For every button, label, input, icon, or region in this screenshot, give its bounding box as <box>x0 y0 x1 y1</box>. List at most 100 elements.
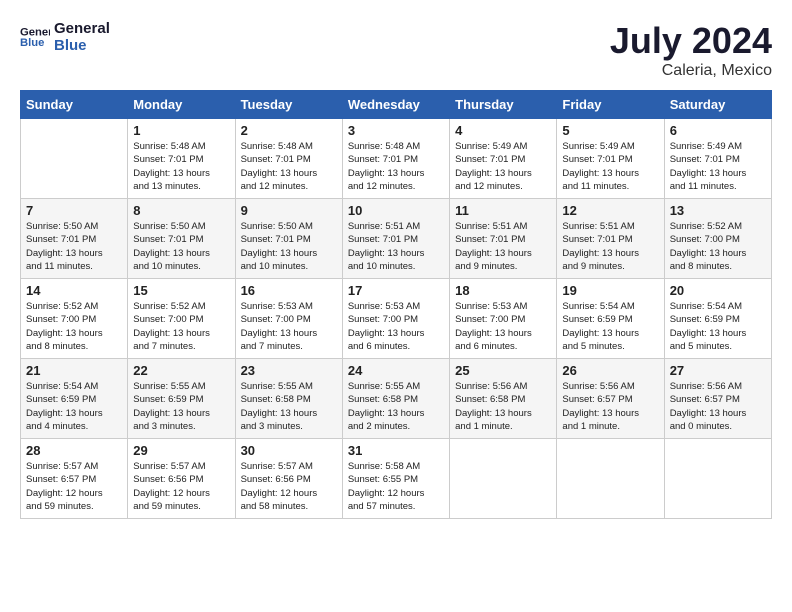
day-number: 23 <box>241 363 337 378</box>
calendar-cell: 13 Sunrise: 5:52 AM Sunset: 7:00 PM Dayli… <box>664 199 771 279</box>
calendar-cell: 6 Sunrise: 5:49 AM Sunset: 7:01 PM Daylig… <box>664 119 771 199</box>
sun-info: Sunrise: 5:52 AM Sunset: 7:00 PM Dayligh… <box>26 300 122 353</box>
location-subtitle: Caleria, Mexico <box>610 62 772 80</box>
sun-info: Sunrise: 5:56 AM Sunset: 6:57 PM Dayligh… <box>562 380 658 433</box>
day-number: 18 <box>455 283 551 298</box>
day-number: 6 <box>670 123 766 138</box>
sun-info: Sunrise: 5:53 AM Sunset: 7:00 PM Dayligh… <box>455 300 551 353</box>
calendar-week-row: 7 Sunrise: 5:50 AM Sunset: 7:01 PM Daylig… <box>21 199 772 279</box>
calendar-cell: 26 Sunrise: 5:56 AM Sunset: 6:57 PM Dayli… <box>557 359 664 439</box>
sun-info: Sunrise: 5:52 AM Sunset: 7:00 PM Dayligh… <box>670 220 766 273</box>
sun-info: Sunrise: 5:51 AM Sunset: 7:01 PM Dayligh… <box>348 220 444 273</box>
sun-info: Sunrise: 5:48 AM Sunset: 7:01 PM Dayligh… <box>133 140 229 193</box>
sun-info: Sunrise: 5:52 AM Sunset: 7:00 PM Dayligh… <box>133 300 229 353</box>
sun-info: Sunrise: 5:58 AM Sunset: 6:55 PM Dayligh… <box>348 460 444 513</box>
calendar-cell: 9 Sunrise: 5:50 AM Sunset: 7:01 PM Daylig… <box>235 199 342 279</box>
col-header-friday: Friday <box>557 91 664 119</box>
day-number: 26 <box>562 363 658 378</box>
title-block: July 2024 Caleria, Mexico <box>610 20 772 80</box>
day-number: 10 <box>348 203 444 218</box>
calendar-week-row: 1 Sunrise: 5:48 AM Sunset: 7:01 PM Daylig… <box>21 119 772 199</box>
sun-info: Sunrise: 5:53 AM Sunset: 7:00 PM Dayligh… <box>241 300 337 353</box>
calendar-cell: 1 Sunrise: 5:48 AM Sunset: 7:01 PM Daylig… <box>128 119 235 199</box>
calendar-cell: 28 Sunrise: 5:57 AM Sunset: 6:57 PM Dayli… <box>21 439 128 519</box>
logo-general: General <box>54 20 110 37</box>
calendar-cell <box>664 439 771 519</box>
day-number: 21 <box>26 363 122 378</box>
calendar-cell: 3Sunrise: 5:48 AM Sunset: 7:01 PM Daylig… <box>342 119 449 199</box>
day-number: 4 <box>455 123 551 138</box>
calendar-cell: 20Sunrise: 5:54 AM Sunset: 6:59 PM Dayli… <box>664 279 771 359</box>
day-number: 8 <box>133 203 229 218</box>
calendar-week-row: 14 Sunrise: 5:52 AM Sunset: 7:00 PM Dayli… <box>21 279 772 359</box>
day-number: 24 <box>348 363 444 378</box>
calendar-cell: 5 Sunrise: 5:49 AM Sunset: 7:01 PM Daylig… <box>557 119 664 199</box>
sun-info: Sunrise: 5:55 AM Sunset: 6:58 PM Dayligh… <box>348 380 444 433</box>
sun-info: Sunrise: 5:50 AM Sunset: 7:01 PM Dayligh… <box>26 220 122 273</box>
day-number: 9 <box>241 203 337 218</box>
col-header-wednesday: Wednesday <box>342 91 449 119</box>
col-header-thursday: Thursday <box>450 91 557 119</box>
calendar-cell: 12Sunrise: 5:51 AM Sunset: 7:01 PM Dayli… <box>557 199 664 279</box>
day-number: 12 <box>562 203 658 218</box>
day-number: 14 <box>26 283 122 298</box>
calendar-cell: 29Sunrise: 5:57 AM Sunset: 6:56 PM Dayli… <box>128 439 235 519</box>
sun-info: Sunrise: 5:54 AM Sunset: 6:59 PM Dayligh… <box>562 300 658 353</box>
day-number: 2 <box>241 123 337 138</box>
day-number: 28 <box>26 443 122 458</box>
calendar-week-row: 21 Sunrise: 5:54 AM Sunset: 6:59 PM Dayli… <box>21 359 772 439</box>
day-number: 20 <box>670 283 766 298</box>
sun-info: Sunrise: 5:50 AM Sunset: 7:01 PM Dayligh… <box>241 220 337 273</box>
calendar-cell: 11Sunrise: 5:51 AM Sunset: 7:01 PM Dayli… <box>450 199 557 279</box>
day-number: 11 <box>455 203 551 218</box>
sun-info: Sunrise: 5:55 AM Sunset: 6:58 PM Dayligh… <box>241 380 337 433</box>
day-number: 22 <box>133 363 229 378</box>
day-number: 7 <box>26 203 122 218</box>
day-number: 5 <box>562 123 658 138</box>
calendar-cell: 16 Sunrise: 5:53 AM Sunset: 7:00 PM Dayli… <box>235 279 342 359</box>
sun-info: Sunrise: 5:49 AM Sunset: 7:01 PM Dayligh… <box>455 140 551 193</box>
logo: General Blue General Blue <box>20 20 110 55</box>
calendar-cell: 14 Sunrise: 5:52 AM Sunset: 7:00 PM Dayli… <box>21 279 128 359</box>
col-header-saturday: Saturday <box>664 91 771 119</box>
calendar-cell: 22 Sunrise: 5:55 AM Sunset: 6:59 PM Dayli… <box>128 359 235 439</box>
page-header: General Blue General Blue July 2024 Cale… <box>20 20 772 80</box>
sun-info: Sunrise: 5:53 AM Sunset: 7:00 PM Dayligh… <box>348 300 444 353</box>
sun-info: Sunrise: 5:55 AM Sunset: 6:59 PM Dayligh… <box>133 380 229 433</box>
day-number: 13 <box>670 203 766 218</box>
calendar-cell: 10 Sunrise: 5:51 AM Sunset: 7:01 PM Dayli… <box>342 199 449 279</box>
sun-info: Sunrise: 5:49 AM Sunset: 7:01 PM Dayligh… <box>670 140 766 193</box>
calendar-cell: 25 Sunrise: 5:56 AM Sunset: 6:58 PM Dayli… <box>450 359 557 439</box>
day-number: 16 <box>241 283 337 298</box>
logo-blue: Blue <box>54 37 87 54</box>
day-number: 19 <box>562 283 658 298</box>
calendar-cell: 15 Sunrise: 5:52 AM Sunset: 7:00 PM Dayli… <box>128 279 235 359</box>
calendar-cell: 31 Sunrise: 5:58 AM Sunset: 6:55 PM Dayli… <box>342 439 449 519</box>
month-year-title: July 2024 <box>610 20 772 62</box>
calendar-cell: 21 Sunrise: 5:54 AM Sunset: 6:59 PM Dayli… <box>21 359 128 439</box>
day-number: 27 <box>670 363 766 378</box>
sun-info: Sunrise: 5:57 AM Sunset: 6:57 PM Dayligh… <box>26 460 122 513</box>
day-number: 1 <box>133 123 229 138</box>
day-number: 31 <box>348 443 444 458</box>
calendar-cell: 2 Sunrise: 5:48 AM Sunset: 7:01 PM Daylig… <box>235 119 342 199</box>
sun-info: Sunrise: 5:57 AM Sunset: 6:56 PM Dayligh… <box>133 460 229 513</box>
svg-text:Blue: Blue <box>20 37 44 49</box>
sun-info: Sunrise: 5:49 AM Sunset: 7:01 PM Dayligh… <box>562 140 658 193</box>
day-number: 30 <box>241 443 337 458</box>
sun-info: Sunrise: 5:56 AM Sunset: 6:58 PM Dayligh… <box>455 380 551 433</box>
sun-info: Sunrise: 5:54 AM Sunset: 6:59 PM Dayligh… <box>26 380 122 433</box>
sun-info: Sunrise: 5:48 AM Sunset: 7:01 PM Dayligh… <box>241 140 337 193</box>
calendar-cell <box>450 439 557 519</box>
sun-info: Sunrise: 5:48 AM Sunset: 7:01 PM Dayligh… <box>348 140 444 193</box>
calendar-cell: 7 Sunrise: 5:50 AM Sunset: 7:01 PM Daylig… <box>21 199 128 279</box>
calendar-week-row: 28 Sunrise: 5:57 AM Sunset: 6:57 PM Dayli… <box>21 439 772 519</box>
calendar-table: SundayMondayTuesdayWednesdayThursdayFrid… <box>20 90 772 519</box>
calendar-cell: 8Sunrise: 5:50 AM Sunset: 7:01 PM Daylig… <box>128 199 235 279</box>
day-number: 25 <box>455 363 551 378</box>
sun-info: Sunrise: 5:56 AM Sunset: 6:57 PM Dayligh… <box>670 380 766 433</box>
logo-icon: General Blue <box>20 22 50 52</box>
day-number: 15 <box>133 283 229 298</box>
calendar-cell: 19 Sunrise: 5:54 AM Sunset: 6:59 PM Dayli… <box>557 279 664 359</box>
calendar-cell: 4 Sunrise: 5:49 AM Sunset: 7:01 PM Daylig… <box>450 119 557 199</box>
